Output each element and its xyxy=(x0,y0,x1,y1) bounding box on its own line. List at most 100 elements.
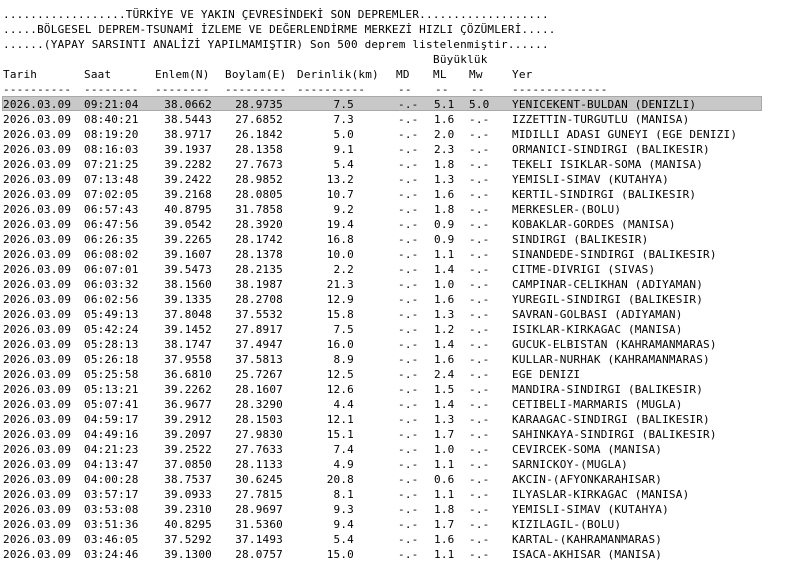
cell-ml: 1.0 xyxy=(434,278,455,291)
cell-saat: 04:21:23 xyxy=(84,443,139,456)
table-row[interactable]: 2026.03.09 03:57:17 39.0933 27.7815 8.1 -.- 1.… xyxy=(0,487,795,502)
cell-tarih: 2026.03.09 xyxy=(3,443,72,456)
cell-enlem: 39.1937 xyxy=(164,143,212,156)
cell-tarih: 2026.03.09 xyxy=(3,143,72,156)
cell-derinlik: 8.9 xyxy=(333,353,354,366)
cell-enlem: 38.5443 xyxy=(164,113,212,126)
table-row[interactable]: 2026.03.09 05:07:41 36.9677 28.3290 4.4 -.- 1.… xyxy=(0,397,795,412)
table-row[interactable]: 2026.03.09 06:07:01 39.5473 28.2135 2.2 -.- 1.… xyxy=(0,262,795,277)
table-row[interactable]: 2026.03.09 04:13:47 37.0850 28.1133 4.9 -.- 1.… xyxy=(0,457,795,472)
col-header-yer: Yer xyxy=(512,68,533,81)
cell-saat: 04:13:47 xyxy=(84,458,139,471)
cell-derinlik: 10.7 xyxy=(326,188,354,201)
cell-mw: -.- xyxy=(469,218,490,231)
table-row[interactable]: 2026.03.09 05:28:13 38.1747 37.4947 16.0 -.- 1… xyxy=(0,337,795,352)
cell-boylam: 28.9852 xyxy=(235,173,283,186)
cell-mw: -.- xyxy=(469,383,490,396)
table-row[interactable]: 2026.03.09 05:26:18 37.9558 37.5813 8.9 -.- 1.… xyxy=(0,352,795,367)
cell-saat: 03:46:05 xyxy=(84,533,139,546)
cell-ml: 5.1 xyxy=(434,98,455,111)
cell-md: -.- xyxy=(398,518,419,531)
table-row[interactable]: 2026.03.09 08:40:21 38.5443 27.6852 7.3 -.- 1.… xyxy=(0,112,795,127)
cell-tarih: 2026.03.09 xyxy=(3,503,72,516)
table-row[interactable]: 2026.03.09 06:08:02 39.1607 28.1378 10.0 -.- 1… xyxy=(0,247,795,262)
cell-ml: 1.6 xyxy=(434,188,455,201)
cell-enlem: 39.2912 xyxy=(164,413,212,426)
cell-boylam: 37.5813 xyxy=(235,353,283,366)
cell-tarih: 2026.03.09 xyxy=(3,368,72,381)
cell-tarih: 2026.03.09 xyxy=(3,248,72,261)
cell-enlem: 37.0850 xyxy=(164,458,212,471)
cell-derinlik: 7.5 xyxy=(333,323,354,336)
cell-ml: 1.6 xyxy=(434,353,455,366)
table-row[interactable]: 2026.03.09 08:19:20 38.9717 26.1842 5.0 -.- 2.… xyxy=(0,127,795,142)
table-row[interactable]: 2026.03.09 07:21:25 39.2282 27.7673 5.4 -.- 1.… xyxy=(0,157,795,172)
cell-boylam: 27.9830 xyxy=(235,428,283,441)
magnitude-group-header: Büyüklük xyxy=(433,53,488,66)
table-row[interactable]: 2026.03.09 04:21:23 39.2522 27.7633 7.4 -.- 1.… xyxy=(0,442,795,457)
table-row[interactable]: 2026.03.09 05:42:24 39.1452 27.8917 7.5 -.- 1.… xyxy=(0,322,795,337)
table-row[interactable]: 2026.03.09 04:59:17 39.2912 28.1503 12.1 -.- 1… xyxy=(0,412,795,427)
cell-tarih: 2026.03.09 xyxy=(3,383,72,396)
table-row[interactable]: 2026.03.09 05:13:21 39.2262 28.1607 12.6 -.- 1… xyxy=(0,382,795,397)
table-row[interactable]: 2026.03.09 05:25:58 36.6810 25.7267 12.5 -.- 2… xyxy=(0,367,795,382)
cell-derinlik: 16.8 xyxy=(326,233,354,246)
cell-enlem: 37.9558 xyxy=(164,353,212,366)
cell-derinlik: 10.0 xyxy=(326,248,354,261)
cell-boylam: 31.7858 xyxy=(235,203,283,216)
cell-boylam: 38.1987 xyxy=(235,278,283,291)
cell-mw: -.- xyxy=(469,128,490,141)
cell-mw: -.- xyxy=(469,533,490,546)
cell-ml: 1.6 xyxy=(434,293,455,306)
cell-derinlik: 9.1 xyxy=(333,143,354,156)
cell-mw: -.- xyxy=(469,413,490,426)
cell-md: -.- xyxy=(398,548,419,561)
cell-md: -.- xyxy=(398,338,419,351)
cell-saat: 05:28:13 xyxy=(84,338,139,351)
cell-enlem: 39.2310 xyxy=(164,503,212,516)
earthquake-list-document: ..................TÜRKİYE VE YAKIN ÇEVRE… xyxy=(0,0,795,563)
table-row[interactable]: 2026.03.09 08:16:03 39.1937 28.1358 9.1 -.- 2.… xyxy=(0,142,795,157)
table-row[interactable]: 2026.03.09 03:53:08 39.2310 28.9697 9.3 -.- 1.… xyxy=(0,502,795,517)
cell-mw: 5.0 xyxy=(469,98,490,111)
cell-yer: SARNICKOY-(MUGLA) xyxy=(512,458,628,471)
table-row[interactable]: 2026.03.09 03:46:05 37.5292 37.1493 5.4 -.- 1.… xyxy=(0,532,795,547)
table-row[interactable]: 2026.03.09 09:21:04 38.0662 28.9735 7.5 -.- 5.… xyxy=(0,96,795,112)
cell-ml: 1.3 xyxy=(434,308,455,321)
cell-yer: AKCIN-(AFYONKARAHISAR) xyxy=(512,473,663,486)
header-line-1: ..................TÜRKİYE VE YAKIN ÇEVRE… xyxy=(3,8,549,21)
table-row[interactable]: 2026.03.09 07:13:48 39.2422 28.9852 13.2 -.- 1… xyxy=(0,172,795,187)
cell-boylam: 31.5360 xyxy=(235,518,283,531)
cell-saat: 09:21:04 xyxy=(84,98,139,111)
table-row[interactable]: 2026.03.09 06:26:35 39.2265 28.1742 16.8 -.- 0… xyxy=(0,232,795,247)
cell-saat: 03:51:36 xyxy=(84,518,139,531)
table-row[interactable]: 2026.03.09 03:51:36 40.8295 31.5360 9.4 -.- 1.… xyxy=(0,517,795,532)
table-row[interactable]: 2026.03.09 03:24:46 39.1300 28.0757 15.0 -.- 1… xyxy=(0,547,795,562)
cell-boylam: 28.9697 xyxy=(235,503,283,516)
cell-ml: 1.2 xyxy=(434,323,455,336)
table-row[interactable]: 2026.03.09 06:57:43 40.8795 31.7858 9.2 -.- 1.… xyxy=(0,202,795,217)
table-row[interactable]: 2026.03.09 04:00:28 38.7537 30.6245 20.8 -.- 0… xyxy=(0,472,795,487)
cell-yer: KIZILAGIL-(BOLU) xyxy=(512,518,622,531)
dash-tarih: ---------- xyxy=(3,83,72,96)
table-row[interactable]: 2026.03.09 06:02:56 39.1335 28.2708 12.9 -.- 1… xyxy=(0,292,795,307)
cell-mw: -.- xyxy=(469,473,490,486)
table-row[interactable]: 2026.03.09 06:03:32 38.1560 38.1987 21.3 -.- 1… xyxy=(0,277,795,292)
dash-md: -- xyxy=(398,83,412,96)
header-line-3: ......(YAPAY SARSINTI ANALİZİ YAPILMAMIŞ… xyxy=(3,38,549,51)
cell-yer: YUREGIL-SINDIRGI (BALIKESIR) xyxy=(512,293,704,306)
table-row[interactable]: 2026.03.09 07:02:05 39.2168 28.0805 10.7 -.- 1… xyxy=(0,187,795,202)
cell-enlem: 37.5292 xyxy=(164,533,212,546)
table-row[interactable]: 2026.03.09 05:49:13 37.8048 37.5532 15.8 -.- 1… xyxy=(0,307,795,322)
cell-yer: KERTIL-SINDIRGI (BALIKESIR) xyxy=(512,188,697,201)
cell-md: -.- xyxy=(398,173,419,186)
cell-yer: SINDIRGI (BALIKESIR) xyxy=(512,233,649,246)
cell-saat: 06:03:32 xyxy=(84,278,139,291)
cell-saat: 05:49:13 xyxy=(84,308,139,321)
dash-mw: -- xyxy=(471,83,485,96)
table-row[interactable]: 2026.03.09 04:49:16 39.2097 27.9830 15.1 -.- 1… xyxy=(0,427,795,442)
col-header-tarih: Tarih xyxy=(3,68,38,81)
cell-boylam: 28.9735 xyxy=(235,98,283,111)
table-row[interactable]: 2026.03.09 06:47:56 39.0542 28.3920 19.4 -.- 0… xyxy=(0,217,795,232)
cell-derinlik: 16.0 xyxy=(326,338,354,351)
